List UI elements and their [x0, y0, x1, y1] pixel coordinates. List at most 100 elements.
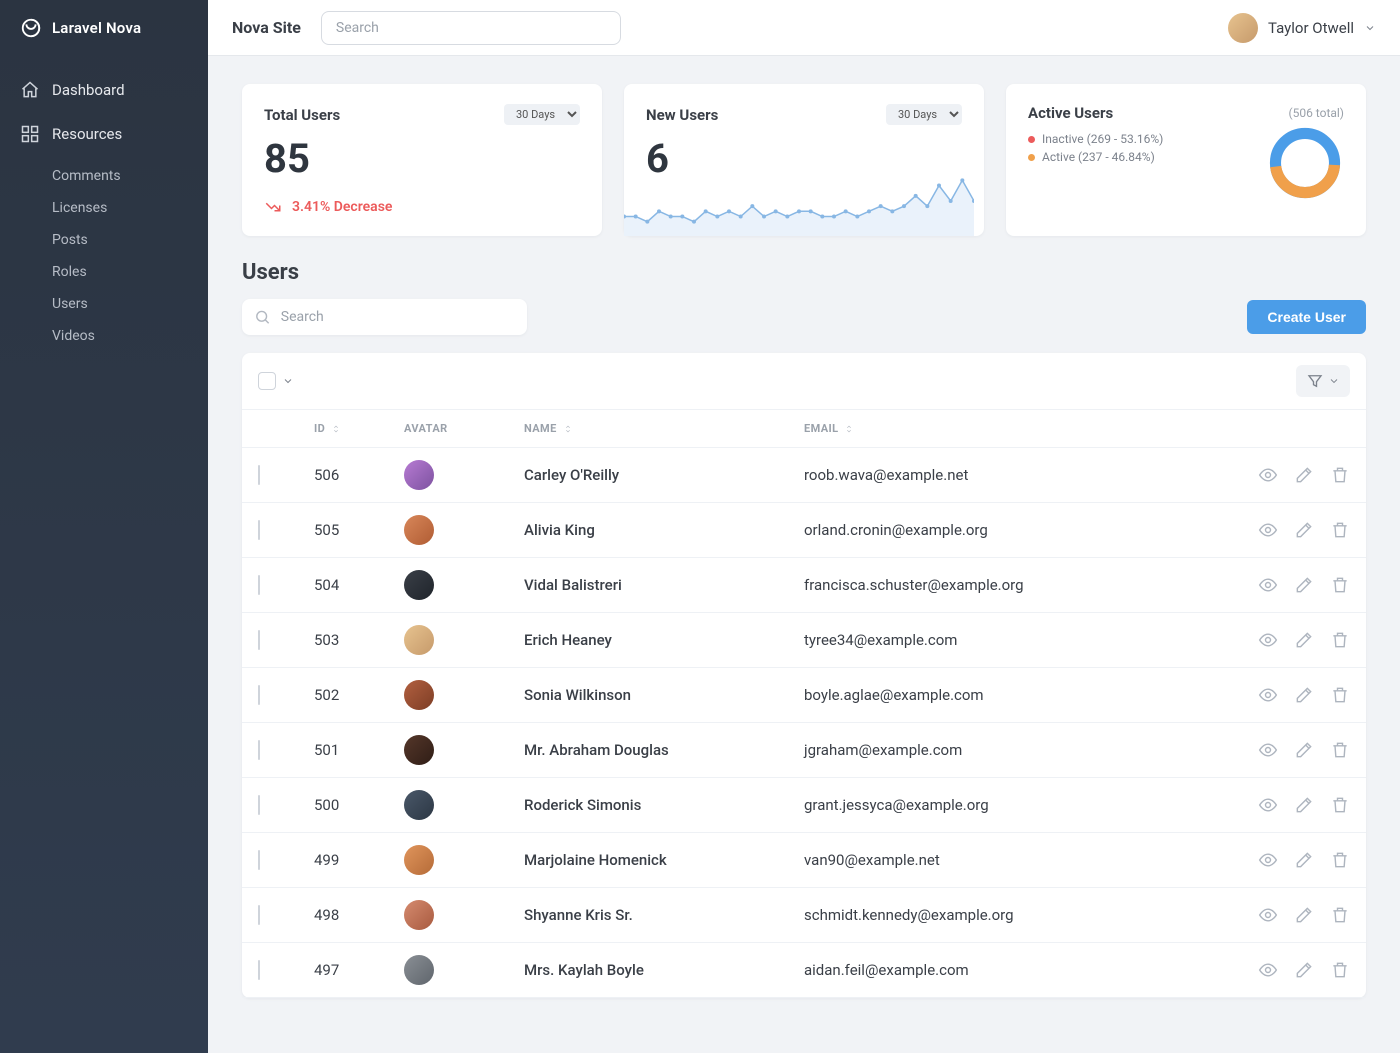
view-icon[interactable]	[1258, 960, 1278, 980]
row-actions	[1190, 740, 1350, 760]
edit-icon[interactable]	[1294, 905, 1314, 925]
trash-icon[interactable]	[1330, 465, 1350, 485]
avatar	[404, 955, 434, 985]
row-checkbox[interactable]	[258, 960, 260, 980]
chevron-down-icon	[282, 375, 294, 387]
th-avatar: AVATAR	[404, 422, 524, 435]
cell-name[interactable]: Erich Heaney	[524, 631, 804, 649]
trend-down-icon	[264, 198, 282, 216]
trash-icon[interactable]	[1330, 795, 1350, 815]
cell-id: 501	[314, 741, 404, 759]
metric-title: New Users	[646, 106, 718, 124]
avatar	[404, 900, 434, 930]
resource-search-input[interactable]	[271, 309, 515, 325]
row-checkbox[interactable]	[258, 465, 260, 485]
row-actions	[1190, 685, 1350, 705]
view-icon[interactable]	[1258, 740, 1278, 760]
trash-icon[interactable]	[1330, 850, 1350, 870]
select-all-dropdown[interactable]	[258, 372, 294, 390]
cell-email: aidan.feil@example.com	[804, 961, 1190, 979]
filter-button[interactable]	[1296, 365, 1350, 397]
sort-icon	[563, 424, 573, 434]
view-icon[interactable]	[1258, 905, 1278, 925]
view-icon[interactable]	[1258, 465, 1278, 485]
cell-name[interactable]: Roderick Simonis	[524, 796, 804, 814]
cell-name[interactable]: Carley O'Reilly	[524, 466, 804, 484]
nav-dashboard[interactable]: Dashboard	[0, 68, 208, 112]
cell-name[interactable]: Shyanne Kris Sr.	[524, 906, 804, 924]
brand[interactable]: Laravel Nova	[0, 0, 208, 56]
period-select[interactable]: 30 Days	[886, 104, 962, 125]
edit-icon[interactable]	[1294, 850, 1314, 870]
filter-icon	[1306, 372, 1324, 390]
trash-icon[interactable]	[1330, 685, 1350, 705]
sidebar-item-licenses[interactable]: Licenses	[0, 192, 208, 224]
sidebar-item-comments[interactable]: Comments	[0, 160, 208, 192]
row-actions	[1190, 850, 1350, 870]
cell-name[interactable]: Marjolaine Homenick	[524, 851, 804, 869]
select-all-checkbox[interactable]	[258, 372, 276, 390]
trash-icon[interactable]	[1330, 905, 1350, 925]
edit-icon[interactable]	[1294, 960, 1314, 980]
table-row: 497 Mrs. Kaylah Boyle aidan.feil@example…	[242, 943, 1366, 998]
th-name[interactable]: NAME	[524, 422, 804, 435]
sidebar-item-posts[interactable]: Posts	[0, 224, 208, 256]
row-checkbox[interactable]	[258, 905, 260, 925]
view-icon[interactable]	[1258, 575, 1278, 595]
edit-icon[interactable]	[1294, 685, 1314, 705]
view-icon[interactable]	[1258, 630, 1278, 650]
sparkline-chart	[624, 166, 974, 236]
edit-icon[interactable]	[1294, 465, 1314, 485]
row-checkbox[interactable]	[258, 575, 260, 595]
row-checkbox[interactable]	[258, 520, 260, 540]
row-actions	[1190, 630, 1350, 650]
cell-name[interactable]: Sonia Wilkinson	[524, 686, 804, 704]
period-select[interactable]: 30 Days	[504, 104, 580, 125]
trash-icon[interactable]	[1330, 575, 1350, 595]
cell-name[interactable]: Alivia King	[524, 521, 804, 539]
cell-name[interactable]: Mrs. Kaylah Boyle	[524, 961, 804, 979]
sidebar-item-videos[interactable]: Videos	[0, 320, 208, 352]
trash-icon[interactable]	[1330, 630, 1350, 650]
row-checkbox[interactable]	[258, 685, 260, 705]
metric-title: Total Users	[264, 106, 340, 124]
cell-name[interactable]: Mr. Abraham Douglas	[524, 741, 804, 759]
view-icon[interactable]	[1258, 795, 1278, 815]
global-search-input[interactable]	[321, 11, 621, 45]
view-icon[interactable]	[1258, 850, 1278, 870]
trash-icon[interactable]	[1330, 740, 1350, 760]
trash-icon[interactable]	[1330, 960, 1350, 980]
edit-icon[interactable]	[1294, 520, 1314, 540]
cell-name[interactable]: Vidal Balistreri	[524, 576, 804, 594]
chevron-down-icon	[1328, 375, 1340, 387]
row-checkbox[interactable]	[258, 630, 260, 650]
edit-icon[interactable]	[1294, 740, 1314, 760]
row-checkbox[interactable]	[258, 740, 260, 760]
cell-id: 503	[314, 631, 404, 649]
view-icon[interactable]	[1258, 520, 1278, 540]
view-icon[interactable]	[1258, 685, 1278, 705]
table-row: 503 Erich Heaney tyree34@example.com	[242, 613, 1366, 668]
row-checkbox[interactable]	[258, 850, 260, 870]
sidebar-item-roles[interactable]: Roles	[0, 256, 208, 288]
edit-icon[interactable]	[1294, 795, 1314, 815]
cell-email: orland.cronin@example.org	[804, 521, 1190, 539]
edit-icon[interactable]	[1294, 630, 1314, 650]
nav-resources-children: CommentsLicensesPostsRolesUsersVideos	[0, 156, 208, 356]
row-checkbox[interactable]	[258, 795, 260, 815]
th-id[interactable]: ID	[314, 422, 404, 435]
create-user-button[interactable]: Create User	[1247, 300, 1366, 334]
user-menu[interactable]: Taylor Otwell	[1228, 13, 1376, 43]
sidebar-item-users[interactable]: Users	[0, 288, 208, 320]
edit-icon[interactable]	[1294, 575, 1314, 595]
site-name: Nova Site	[232, 18, 301, 37]
table-header: ID AVATAR NAME EMAIL	[242, 410, 1366, 448]
metric-total-users: Total Users 30 Days 85 3.41% Decrease	[242, 84, 602, 236]
nav-resources[interactable]: Resources	[0, 112, 208, 156]
table-row: 504 Vidal Balistreri francisca.schuster@…	[242, 558, 1366, 613]
trash-icon[interactable]	[1330, 520, 1350, 540]
th-email[interactable]: EMAIL	[804, 422, 1190, 435]
nav: Dashboard Resources CommentsLicensesPost…	[0, 56, 208, 356]
legend-dot-inactive	[1028, 136, 1035, 143]
avatar	[404, 735, 434, 765]
